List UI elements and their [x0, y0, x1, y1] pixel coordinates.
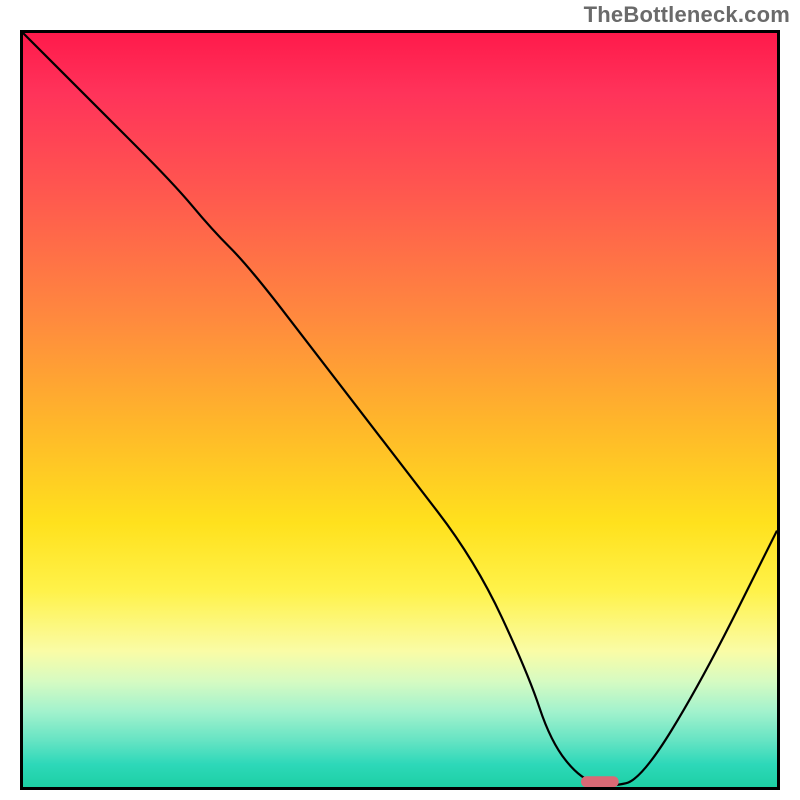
- bottleneck-curve: [23, 33, 777, 785]
- bottleneck-chart: TheBottleneck.com: [0, 0, 800, 800]
- watermark-text: TheBottleneck.com: [584, 2, 790, 28]
- plot-area: [20, 30, 780, 790]
- optimal-marker: [581, 776, 619, 787]
- curve-layer: [23, 33, 777, 787]
